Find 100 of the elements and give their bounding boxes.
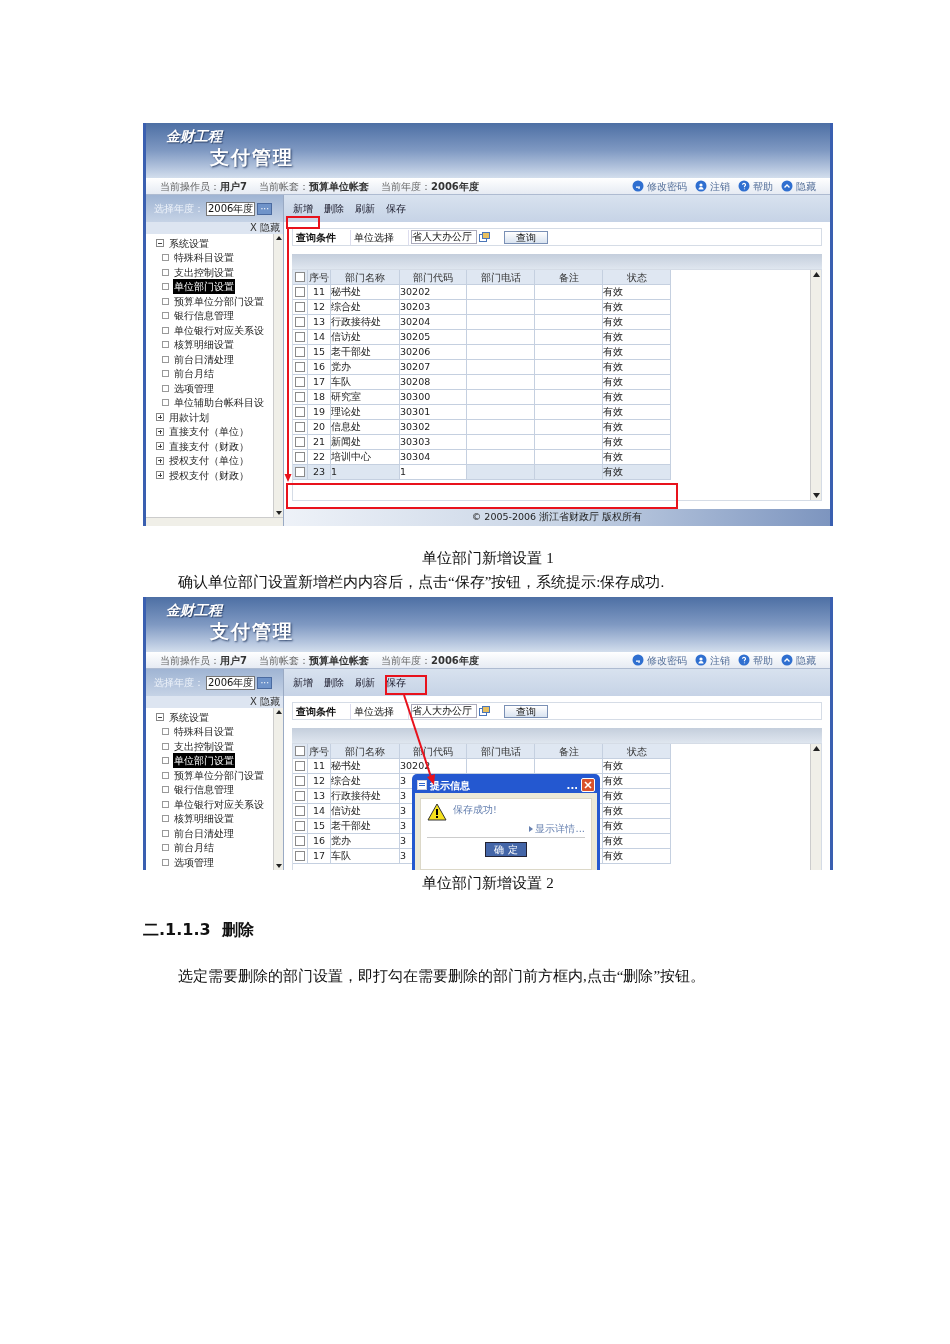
tree-item[interactable]: 单位部门设置	[173, 753, 235, 769]
scroll-down-icon[interactable]	[275, 511, 282, 515]
scroll-down-icon[interactable]	[275, 864, 282, 868]
collapse-icon[interactable]	[156, 713, 164, 722]
toolbar-button[interactable]: 刷新	[354, 201, 376, 216]
checkbox[interactable]	[295, 821, 305, 831]
app-title: 金财工程	[166, 127, 225, 145]
header-link[interactable]: 修改密码	[647, 178, 687, 194]
tree-item[interactable]: 特殊科目设置	[173, 250, 235, 266]
tree-item[interactable]: 核算明细设置	[173, 337, 235, 353]
checkbox[interactable]	[295, 392, 305, 402]
checkbox[interactable]	[295, 302, 305, 312]
header-link[interactable]: 帮助	[753, 652, 773, 668]
tree-item[interactable]: 用款计划	[169, 409, 209, 425]
table-cell-text: 23	[312, 464, 326, 479]
scrollbar[interactable]	[810, 270, 821, 500]
unit-field[interactable]: 省人大办公厅	[411, 230, 477, 244]
table-cell-text: 有效	[603, 359, 623, 374]
checkbox[interactable]	[295, 452, 305, 462]
scrollbar[interactable]	[273, 708, 283, 870]
ok-button[interactable]: 确 定	[485, 842, 527, 857]
details-link[interactable]: 显示详情...	[535, 821, 585, 836]
checkbox[interactable]	[295, 272, 305, 282]
query-button[interactable]: 查询	[504, 704, 548, 718]
scroll-up-icon[interactable]	[812, 272, 820, 277]
checkbox[interactable]	[295, 407, 305, 417]
checkbox[interactable]	[295, 761, 305, 771]
checkbox[interactable]	[295, 317, 305, 327]
picker-icon[interactable]	[479, 232, 490, 242]
tree-item[interactable]: 银行信息管理	[173, 308, 235, 324]
tree-item[interactable]: 选项管理	[173, 854, 215, 870]
scrollbar[interactable]	[273, 234, 283, 517]
tree-item[interactable]: 核算明细设置	[173, 811, 235, 827]
toolbar-button[interactable]: 新增	[292, 675, 314, 690]
checkbox[interactable]	[295, 791, 305, 801]
checkbox[interactable]	[295, 422, 305, 432]
tree-item[interactable]: 选项管理	[173, 380, 215, 396]
checkbox[interactable]	[295, 851, 305, 861]
checkbox[interactable]	[295, 377, 305, 387]
tree-item[interactable]: 单位部门设置	[173, 279, 235, 295]
toolbar-button[interactable]: 新增	[292, 201, 314, 216]
tree-item[interactable]: 特殊科目设置	[173, 724, 235, 740]
query-button[interactable]: 查询	[504, 230, 548, 244]
toolbar-button[interactable]: 保存	[385, 201, 407, 216]
toolbar-button[interactable]: 删除	[323, 675, 345, 690]
header-link[interactable]: 注销	[710, 652, 730, 668]
tree-item[interactable]: 授权支付（财政）	[169, 467, 249, 483]
tree-item[interactable]: 前台月结	[173, 840, 215, 856]
expand-icon[interactable]	[156, 427, 164, 436]
tree-item[interactable]: 单位银行对应关系设	[173, 322, 265, 338]
tree-item[interactable]: 预算单位分部门设置	[173, 767, 265, 783]
table-cell-text: 30303	[400, 434, 431, 449]
table-cell-text: 行政接待处	[331, 314, 381, 329]
scroll-up-icon[interactable]	[275, 710, 282, 714]
checkbox[interactable]	[295, 836, 305, 846]
expand-icon[interactable]	[156, 413, 164, 422]
close-button[interactable]	[581, 778, 595, 792]
column-header: 序号	[309, 744, 329, 759]
tree-item[interactable]: 前台日清处理	[173, 351, 235, 367]
toolbar-button[interactable]: 删除	[323, 201, 345, 216]
header-link[interactable]: 隐藏	[796, 652, 816, 668]
tree-item[interactable]: 银行信息管理	[173, 782, 235, 798]
header-link[interactable]: 修改密码	[647, 652, 687, 668]
tree-item[interactable]: 直接支付（财政）	[169, 438, 249, 454]
unit-field[interactable]: 省人大办公厅	[411, 704, 477, 718]
header-link[interactable]: 注销	[710, 178, 730, 194]
checkbox[interactable]	[295, 746, 305, 756]
toolbar-button[interactable]: 刷新	[354, 675, 376, 690]
tree-item[interactable]: 单位银行对应关系设	[173, 796, 265, 812]
tree-item[interactable]: 前台日清处理	[173, 825, 235, 841]
picker-icon[interactable]	[479, 706, 490, 716]
year-field[interactable]: 2006年度	[206, 201, 256, 216]
scroll-up-icon[interactable]	[812, 746, 820, 751]
checkbox[interactable]	[295, 776, 305, 786]
tree-item[interactable]: 支出控制设置	[173, 264, 235, 280]
scroll-down-icon[interactable]	[812, 493, 820, 498]
checkbox[interactable]	[295, 362, 305, 372]
tree-item[interactable]: 系统设置	[169, 235, 209, 251]
tree-item[interactable]: 单位辅助台帐科目设	[173, 395, 265, 411]
tree-item[interactable]: 预算单位分部门设置	[173, 293, 265, 309]
expand-icon[interactable]	[156, 442, 164, 451]
tree-item[interactable]: 前台月结	[173, 366, 215, 382]
collapse-icon[interactable]	[156, 239, 164, 248]
checkbox[interactable]	[295, 806, 305, 816]
checkbox[interactable]	[295, 437, 305, 447]
year-field[interactable]: 2006年度	[206, 675, 256, 690]
tree-item[interactable]: 授权支付（单位）	[169, 453, 249, 469]
header-link[interactable]: 隐藏	[796, 178, 816, 194]
expand-icon[interactable]	[156, 471, 164, 480]
checkbox[interactable]	[295, 347, 305, 357]
tree-item[interactable]: 直接支付（单位）	[169, 424, 249, 440]
checkbox[interactable]	[295, 467, 305, 477]
tree-item[interactable]: 支出控制设置	[173, 738, 235, 754]
scroll-up-icon[interactable]	[275, 236, 282, 240]
horizontal-scrollbar[interactable]	[146, 517, 283, 526]
header-link[interactable]: 帮助	[753, 178, 773, 194]
checkbox[interactable]	[295, 287, 305, 297]
tree-item[interactable]: 系统设置	[169, 709, 209, 725]
expand-icon[interactable]	[156, 456, 164, 465]
checkbox[interactable]	[295, 332, 305, 342]
